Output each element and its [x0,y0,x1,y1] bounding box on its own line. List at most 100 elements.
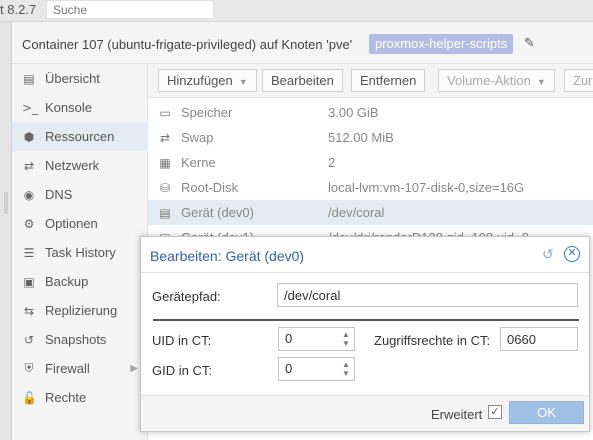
mode-input[interactable] [500,327,578,351]
revert-button-label: Zur [573,73,593,88]
table-row[interactable]: ▭ Speicher 3.00 GiB [148,100,593,125]
sidebar-item-optionen[interactable]: ⚙ Optionen [12,209,148,238]
sidebar-item-label: Konsole [45,100,92,115]
expand-arrow-icon[interactable]: ▶ [130,363,138,374]
sidebar-item-label: Firewall [45,361,90,376]
sidebar-item-label: Backup [45,274,89,289]
chevron-down-icon: ▼ [238,77,248,87]
row-value: 2 [328,155,336,170]
gid-label: GID in CT: [152,363,212,378]
volume-action-button[interactable]: Volume-Aktion ▼ [438,69,555,92]
sidebar-item-label: Übersicht [45,71,100,86]
remove-button[interactable]: Entfernen [351,69,426,92]
history-icon: ↺ [23,332,35,347]
memory-icon: ▭ [159,105,171,120]
add-button[interactable]: Hinzufügen ▼ [158,69,257,92]
uid-value: 0 [285,331,293,346]
row-value: 512.00 MiB [328,130,394,145]
sidebar-item-label: Optionen [45,216,98,231]
sidebar-item-label: Rechte [45,390,87,405]
table-row[interactable]: ▦ Kerne 2 [148,150,593,175]
remove-button-label: Entfernen [360,73,417,88]
exchange-icon: ⇄ [23,158,35,173]
edit-button[interactable]: Bearbeiten [262,69,343,92]
sidebar-item-label: DNS [45,187,73,202]
swap-icon: ⇄ [159,130,171,145]
revert-button[interactable]: Zur [564,69,593,92]
dialog-title: Bearbeiten: Gerät (dev0) [150,248,305,264]
hdd-icon: ⛁ [159,180,171,195]
edit-device-dialog: Bearbeiten: Gerät (dev0) ↺ ✕ Gerätepfad:… [140,236,590,432]
row-key: Gerät (dev0) [181,205,254,220]
uid-stepper[interactable]: 0 ▲ ▼ [278,327,355,351]
ok-button[interactable]: OK [509,401,584,424]
row-key: Kerne [181,155,216,170]
edit-button-label: Bearbeiten [271,73,334,88]
table-row[interactable]: ⛁ Root-Disk local-lvm:vm-107-disk-0,size… [148,175,593,200]
spinner-arrows-icon[interactable]: ▲ ▼ [341,330,351,348]
add-button-label: Hinzufügen [167,73,233,88]
mode-label: Zugriffsrechte in CT: [374,333,491,348]
advanced-label: Erweitert [431,407,483,422]
edit-tags-icon[interactable]: ✎ [524,35,535,51]
sidebar-item-konsole[interactable]: >_ Konsole [12,93,148,122]
page-title: Container 107 (ubuntu-frigate-privileged… [22,37,353,52]
shield-icon: ⛨ [24,361,34,375]
sidebar-nav: ▤ Übersicht >_ Konsole ⬢ Ressourcen ⇄ Ne… [12,64,148,440]
book-icon: ▤ [23,71,35,86]
resource-tree-edge [0,22,12,440]
tree-selection-marker [4,192,8,214]
sidebar-item-replizierung[interactable]: ⇆ Replizierung [12,296,148,325]
reset-icon[interactable]: ↺ [542,246,554,263]
sidebar-item-label: Task History [45,245,116,260]
globe-icon: ◉ [23,187,35,202]
dialog-header: Bearbeiten: Gerät (dev0) ↺ ✕ [141,237,589,273]
cpu-icon: ▦ [159,155,171,170]
table-row[interactable]: ⇄ Swap 512.00 MiB [148,125,593,150]
spinner-arrows-icon[interactable]: ▲ ▼ [341,360,351,378]
tag-badge[interactable]: proxmox-helper-scripts [369,34,514,54]
sidebar-item-task-history[interactable]: ☰ Task History [12,238,148,267]
list-icon: ☰ [23,245,35,260]
sidebar-item-label: Snapshots [45,332,107,347]
sidebar-item-ubersicht[interactable]: ▤ Übersicht [12,64,148,93]
content-header: Container 107 (ubuntu-frigate-privileged… [12,22,593,64]
floppy-icon: ▣ [23,274,35,289]
cube-icon: ⬢ [23,129,35,144]
uid-label: UID in CT: [152,333,212,348]
search-input[interactable] [46,0,214,19]
device-icon: ▤ [159,205,171,220]
sidebar-item-dns[interactable]: ◉ DNS [12,180,148,209]
terminal-icon: >_ [22,100,39,115]
sidebar-item-label: Ressourcen [45,129,115,144]
row-value: local-lvm:vm-107-disk-0,size=16G [328,180,525,195]
row-key: Swap [181,130,214,145]
sidebar-item-snapshots[interactable]: ↺ Snapshots [12,325,148,354]
sidebar-item-firewall[interactable]: ⛨ Firewall ▶ [12,354,148,383]
device-path-input[interactable] [277,283,578,307]
advanced-checkbox[interactable]: ✓ [488,405,502,419]
close-icon[interactable]: ✕ [564,246,580,262]
table-row[interactable]: ▤ Gerät (dev0) /dev/coral [148,200,593,225]
sidebar-item-backup[interactable]: ▣ Backup [12,267,148,296]
row-value: /dev/coral [328,205,385,220]
gid-value: 0 [285,361,293,376]
sidebar-item-netzwerk[interactable]: ⇄ Netzwerk [12,151,148,180]
sidebar-item-ressourcen[interactable]: ⬢ Ressourcen [12,122,148,151]
separator [153,319,579,321]
row-key: Speicher [181,105,233,120]
volume-action-label: Volume-Aktion [447,73,531,88]
row-key: Root-Disk [181,180,239,195]
resources-toolbar: Hinzufügen ▼ Bearbeiten Entfernen Volume-… [148,64,593,98]
sidebar-item-label: Replizierung [45,303,118,318]
row-value: 3.00 GiB [328,105,379,120]
unlock-icon: 🔓 [22,390,37,405]
top-bar: t 8.2.7 [0,0,593,22]
gid-stepper[interactable]: 0 ▲ ▼ [278,357,355,381]
sidebar-item-rechte[interactable]: 🔓 Rechte [12,383,148,412]
device-path-label: Gerätepfad: [152,289,221,304]
sidebar-item-label: Netzwerk [45,158,100,173]
retweet-icon: ⇆ [23,303,35,318]
dialog-footer: Erweitert ✓ OK [141,395,589,431]
chevron-down-icon: ▼ [536,77,546,87]
